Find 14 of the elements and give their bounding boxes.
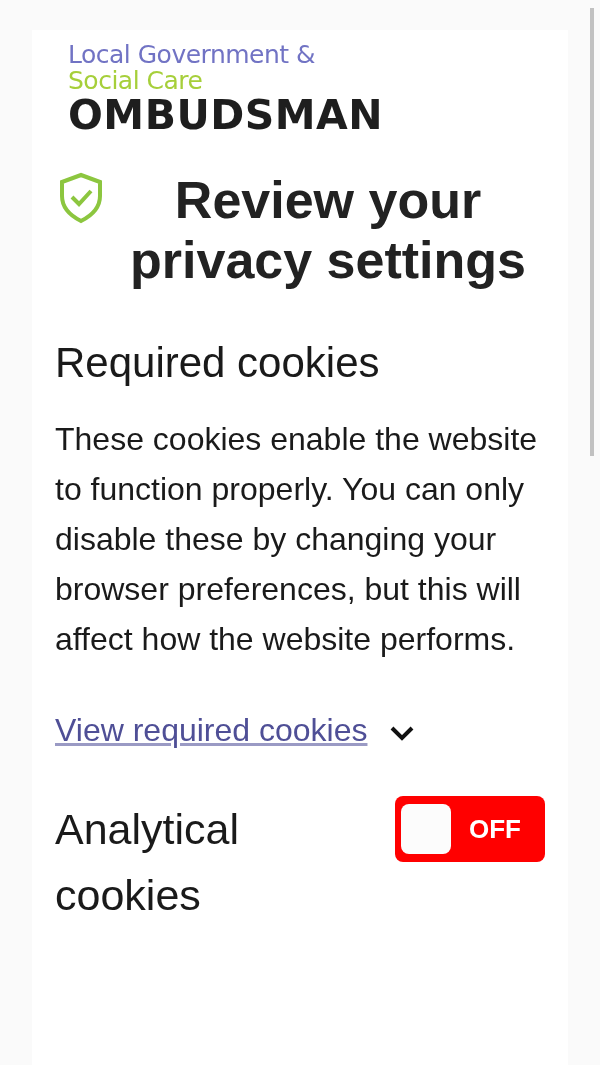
logo-text: Social Care — [68, 68, 204, 93]
section-heading: Required cookies — [55, 338, 381, 388]
chevron-down-icon[interactable] — [389, 724, 416, 742]
toggle-label: OFF — [468, 812, 522, 846]
view-required-cookies-link[interactable]: View required cookies — [55, 706, 368, 754]
scrollbar-thumb[interactable] — [590, 8, 594, 456]
section-heading: Analytical cookies — [55, 804, 241, 921]
section-description: These cookies enable the website to function properly. You can only disable these by changing your browser preferences, but this will affect how the website performs. — [55, 420, 539, 659]
logo-text: Local Government & — [68, 42, 317, 67]
toggle-switch[interactable]: OFF — [395, 796, 545, 862]
logo-wordmark: OMBUDSMAN — [68, 95, 385, 136]
dialog-title: Review your privacy settings — [129, 170, 527, 290]
toggle-knob — [401, 804, 451, 854]
shield-check-icon — [57, 172, 105, 224]
